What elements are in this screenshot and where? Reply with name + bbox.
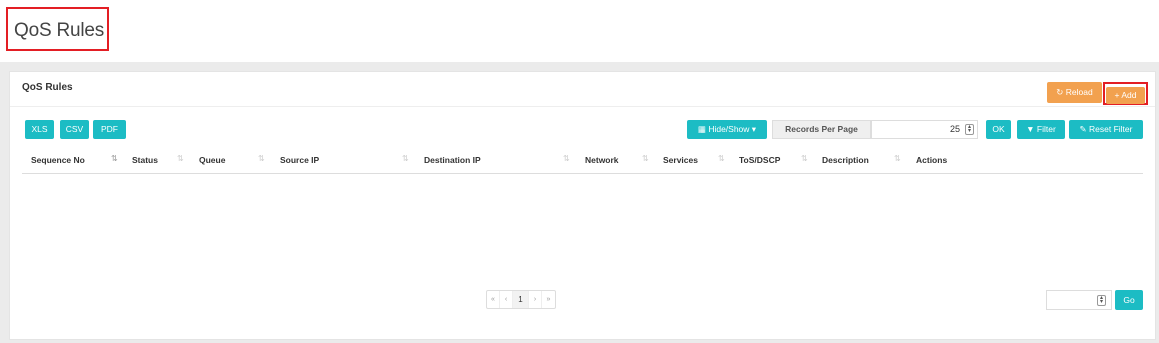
ok-button[interactable]: OK [986,120,1011,139]
go-button[interactable]: Go [1115,290,1143,310]
sort-icon[interactable]: ⇅ [258,154,265,163]
sort-ascending-icon[interactable]: ⇅ [111,154,118,163]
page-header: QoS Rules [0,0,1159,62]
panel-heading: QoS Rules ↻ Reload + Add [10,72,1155,107]
last-page-button[interactable]: » [542,291,555,308]
spinner-arrows-icon[interactable]: ▴ ▾ [1097,295,1106,306]
hide-show-columns-button[interactable]: ▦ Hide/Show ▾ [687,120,767,139]
next-page-button[interactable]: › [529,291,542,308]
current-page-button[interactable]: 1 [513,291,529,308]
add-button-highlight: + Add [1103,82,1148,105]
sort-icon[interactable]: ⇅ [801,154,808,163]
sort-icon[interactable]: ⇅ [642,154,649,163]
filter-button[interactable]: ▼ Filter [1017,120,1065,139]
column-header-sequence-no[interactable]: Sequence No [31,155,85,165]
records-per-page-input[interactable]: 25 ▴ ▾ [871,120,978,139]
sort-icon[interactable]: ⇅ [563,154,570,163]
column-header-description[interactable]: Description [822,155,869,165]
column-header-services[interactable]: Services [663,155,698,165]
add-button[interactable]: + Add [1106,87,1145,104]
pagination: « ‹ 1 › » [486,290,556,309]
prev-page-button[interactable]: ‹ [500,291,513,308]
export-csv-button[interactable]: CSV [60,120,89,139]
export-pdf-button[interactable]: PDF [93,120,126,139]
page-title: QoS Rules [6,7,109,51]
table-header-row: Sequence No ⇅ Status ⇅ Queue ⇅ Source IP… [22,150,1143,174]
sort-icon[interactable]: ⇅ [402,154,409,163]
first-page-button[interactable]: « [487,291,500,308]
column-header-status[interactable]: Status [132,155,158,165]
export-xls-button[interactable]: XLS [25,120,54,139]
records-per-page-label: Records Per Page [772,120,871,139]
go-to-page-input[interactable]: ▴ ▾ [1046,290,1112,310]
column-header-network[interactable]: Network [585,155,619,165]
column-header-actions: Actions [916,155,948,165]
spinner-arrows-icon[interactable]: ▴ ▾ [965,124,974,135]
sort-icon[interactable]: ⇅ [894,154,901,163]
reset-filter-button[interactable]: ✎ Reset Filter [1069,120,1143,139]
qos-rules-panel: QoS Rules ↻ Reload + Add XLS CSV PDF ▦ H… [9,71,1156,340]
column-header-tos-dscp[interactable]: ToS/DSCP [739,155,780,165]
records-per-page-value: 25 [949,124,960,134]
column-header-destination-ip[interactable]: Destination IP [424,155,481,165]
column-header-source-ip[interactable]: Source IP [280,155,319,165]
sort-icon[interactable]: ⇅ [177,154,184,163]
panel-title: QoS Rules [22,82,73,93]
sort-icon[interactable]: ⇅ [718,154,725,163]
reload-button[interactable]: ↻ Reload [1047,82,1102,103]
column-header-queue[interactable]: Queue [199,155,225,165]
